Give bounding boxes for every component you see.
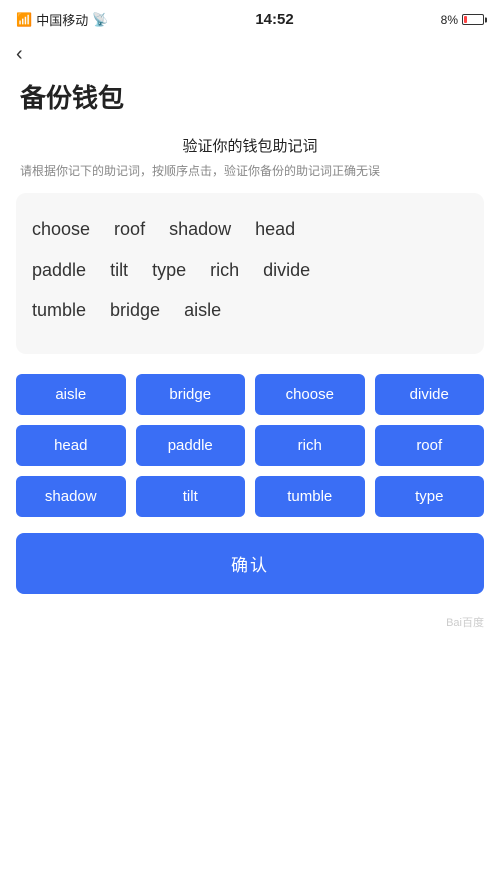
word-btn-aisle[interactable]: aisle (16, 374, 126, 415)
page-title: 备份钱包 (0, 70, 500, 135)
word-btn-roof[interactable]: roof (375, 425, 485, 466)
word-display-area: choose roof shadow head paddle tilt type… (16, 193, 484, 354)
display-word-tilt: tilt (110, 254, 128, 286)
word-btn-divide[interactable]: divide (375, 374, 485, 415)
wifi-icon: 📡 (92, 12, 108, 28)
signal-icon: 📶 (16, 12, 32, 28)
display-word-aisle: aisle (184, 294, 221, 326)
instruction-title: 验证你的钱包助记词 (20, 135, 480, 156)
word-display-row-1: choose roof shadow head (32, 213, 468, 245)
word-btn-tumble[interactable]: tumble (255, 476, 365, 517)
display-word-paddle: paddle (32, 254, 86, 286)
word-btn-bridge[interactable]: bridge (136, 374, 246, 415)
display-word-shadow: shadow (169, 213, 231, 245)
battery-icon (462, 14, 484, 25)
word-btn-rich[interactable]: rich (255, 425, 365, 466)
display-word-choose: choose (32, 213, 90, 245)
display-word-rich: rich (210, 254, 239, 286)
word-btn-choose[interactable]: choose (255, 374, 365, 415)
status-battery-area: 8% (441, 13, 484, 27)
word-btn-type[interactable]: type (375, 476, 485, 517)
status-time: 14:52 (255, 11, 293, 28)
status-carrier: 📶 中国移动 📡 (16, 10, 108, 29)
word-btn-shadow[interactable]: shadow (16, 476, 126, 517)
confirm-button[interactable]: 确认 (16, 533, 484, 594)
confirm-section: 确认 (0, 533, 500, 594)
display-word-bridge: bridge (110, 294, 160, 326)
display-word-roof: roof (114, 213, 145, 245)
instruction-desc: 请根据你记下的助记词，按顺序点击，验证你备份的助记词正确无误 (20, 162, 480, 181)
battery-percent: 8% (441, 13, 458, 27)
instruction-section: 验证你的钱包助记词 请根据你记下的助记词，按顺序点击，验证你备份的助记词正确无误 (0, 135, 500, 193)
display-word-type: type (152, 254, 186, 286)
word-display-row-3: tumble bridge aisle (32, 294, 468, 326)
word-btn-paddle[interactable]: paddle (136, 425, 246, 466)
watermark: Bai百度 (0, 594, 500, 640)
status-bar: 📶 中国移动 📡 14:52 8% (0, 0, 500, 35)
display-word-tumble: tumble (32, 294, 86, 326)
word-btn-tilt[interactable]: tilt (136, 476, 246, 517)
display-word-head: head (255, 213, 295, 245)
display-word-divide: divide (263, 254, 310, 286)
word-display-row-2: paddle tilt type rich divide (32, 254, 468, 286)
word-btn-head[interactable]: head (16, 425, 126, 466)
back-button[interactable]: ‹ (0, 35, 39, 70)
word-buttons-grid: aisle bridge choose divide head paddle r… (0, 374, 500, 517)
